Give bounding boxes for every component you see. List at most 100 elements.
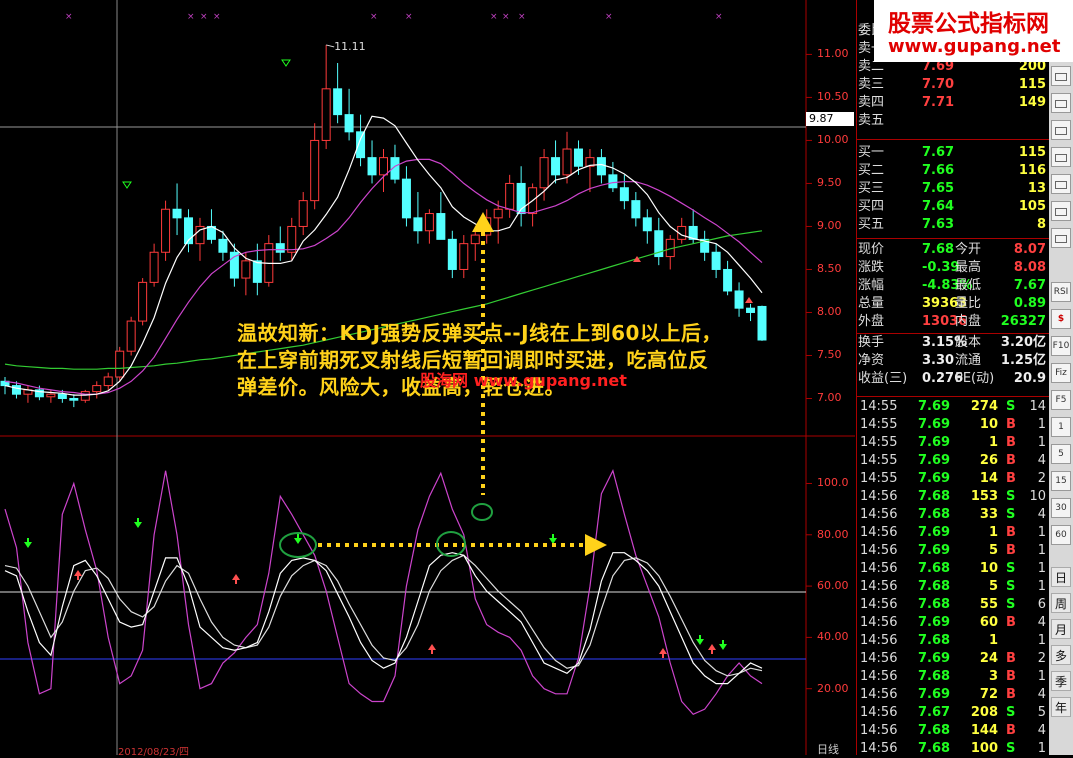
quote-row: 涨跌 -0.39 最高 8.08 <box>858 259 1048 277</box>
toolbar-button[interactable]: RSI <box>1051 282 1071 302</box>
tick-count: 4 <box>1037 723 1046 738</box>
quote-label: 涨幅 <box>858 278 885 293</box>
signal-marker-icon: × <box>213 12 221 22</box>
bid-row: 买三 7.65 13 <box>858 180 1048 198</box>
tool-icon[interactable] <box>1051 228 1071 248</box>
ask-label: 卖三 <box>858 77 885 92</box>
ask-label: 卖五 <box>858 113 885 128</box>
period-button[interactable]: 季 <box>1051 671 1071 691</box>
tool-icon[interactable] <box>1051 93 1071 113</box>
tick-row: 14:56 7.67 208 S 5 <box>858 704 1048 722</box>
panel-divider <box>856 238 1049 239</box>
tick-time: 14:56 <box>860 597 898 612</box>
quote-label: 最高 <box>955 260 982 275</box>
candle-body <box>573 148 583 167</box>
quote-value: 3.20亿 <box>1000 335 1046 350</box>
tick-time: 14:56 <box>860 669 898 684</box>
sell-arrow-icon <box>281 59 291 67</box>
tick-price: 7.69 <box>918 417 951 432</box>
quote-label: 现价 <box>858 242 885 257</box>
tick-price: 7.67 <box>918 705 951 720</box>
period-button[interactable]: 多 <box>1051 645 1071 665</box>
price-axis-label: 10.00 <box>817 133 849 147</box>
bid-price: 7.67 <box>922 145 955 160</box>
sell-arrow-icon <box>696 639 704 645</box>
tick-side: B <box>1006 471 1016 486</box>
right-toolbar: RSI $ F10 Fiz F5 1 5 15 30 60 日周月多季年 <box>1049 62 1073 755</box>
candle-body <box>138 281 148 322</box>
tool-icon[interactable] <box>1051 120 1071 140</box>
toolbar-button[interactable]: $ <box>1051 309 1071 329</box>
kdj-axis-label: 40.00 <box>817 630 849 644</box>
tool-icon[interactable] <box>1051 147 1071 167</box>
candle-body <box>218 238 228 253</box>
candle-body <box>413 217 423 232</box>
toolbar-button[interactable]: F5 <box>1051 390 1071 410</box>
toolbar-button[interactable]: 30 <box>1051 498 1071 518</box>
candle-body <box>69 397 79 401</box>
toolbar-button[interactable]: Fiz <box>1051 363 1071 383</box>
toolbar-button[interactable]: F10 <box>1051 336 1071 356</box>
sell-arrow-icon <box>719 644 727 650</box>
tick-count: 1 <box>1037 561 1046 576</box>
tick-time: 14:55 <box>860 399 898 414</box>
tool-icon[interactable] <box>1051 174 1071 194</box>
bid-volume: 105 <box>1018 199 1046 214</box>
tick-volume: 33 <box>979 507 998 522</box>
tick-time: 14:55 <box>860 435 898 450</box>
period-button[interactable]: 周 <box>1051 593 1071 613</box>
candle-body <box>539 157 549 189</box>
tick-price: 7.69 <box>918 453 951 468</box>
quote-row: 总量 39363 量比 0.89 <box>858 295 1048 313</box>
price-axis-label: 11.00 <box>817 47 849 61</box>
period-button[interactable]: 年 <box>1051 697 1071 717</box>
ask-price: 7.71 <box>922 95 955 110</box>
price-axis-label: 8.00 <box>817 305 842 319</box>
signal-marker-icon: × <box>490 12 498 22</box>
tick-volume: 5 <box>988 543 998 558</box>
tick-side: S <box>1006 561 1016 576</box>
tick-count: 4 <box>1037 507 1046 522</box>
tick-time: 14:56 <box>860 633 898 648</box>
tick-time: 14:55 <box>860 471 898 486</box>
candle-body <box>11 385 21 395</box>
tick-price: 7.69 <box>918 615 951 630</box>
tick-row: 14:55 7.69 14 B 2 <box>858 470 1048 488</box>
signal-marker-icon: × <box>187 12 195 22</box>
tick-price: 7.69 <box>918 471 951 486</box>
toolbar-button[interactable]: 60 <box>1051 525 1071 545</box>
ask-price: 7.70 <box>922 77 955 92</box>
ask-row: 卖四 7.71 149 <box>858 94 1048 112</box>
sell-arrow-icon <box>294 538 302 544</box>
toolbar-button[interactable]: 5 <box>1051 444 1071 464</box>
candle-body <box>103 376 113 387</box>
tick-side: S <box>1006 399 1016 414</box>
quote-row: 涨幅 -4.83% 最低 7.67 <box>858 277 1048 295</box>
tick-time: 14:56 <box>860 723 898 738</box>
bid-label: 买三 <box>858 181 885 196</box>
period-button[interactable]: 月 <box>1051 619 1071 639</box>
candle-body <box>275 243 285 253</box>
tick-time: 14:56 <box>860 687 898 702</box>
panel-divider <box>856 333 1049 334</box>
panel-divider <box>856 396 1049 397</box>
logo-url: www.gupang.net <box>888 36 1061 57</box>
tick-row: 14:56 7.69 24 B 2 <box>858 650 1048 668</box>
quote-row: 净资 3.30 流通 1.25亿 <box>858 352 1048 370</box>
tool-icon[interactable] <box>1051 201 1071 221</box>
peak-pointer <box>326 44 335 48</box>
tick-row: 14:56 7.68 144 B 4 <box>858 722 1048 740</box>
candle-body <box>333 88 343 116</box>
quote-label: 内盘 <box>955 314 982 329</box>
quote-label: 今开 <box>955 242 982 257</box>
tick-price: 7.68 <box>918 741 951 756</box>
tick-volume: 208 <box>970 705 998 720</box>
toolbar-button[interactable]: 1 <box>1051 417 1071 437</box>
toolbar-button[interactable]: 15 <box>1051 471 1071 491</box>
candle-body <box>447 238 457 270</box>
period-button[interactable]: 日 <box>1051 567 1071 587</box>
tool-icon[interactable] <box>1051 66 1071 86</box>
bid-label: 买二 <box>858 163 885 178</box>
tick-price: 7.68 <box>918 633 951 648</box>
candle-body <box>711 251 721 270</box>
